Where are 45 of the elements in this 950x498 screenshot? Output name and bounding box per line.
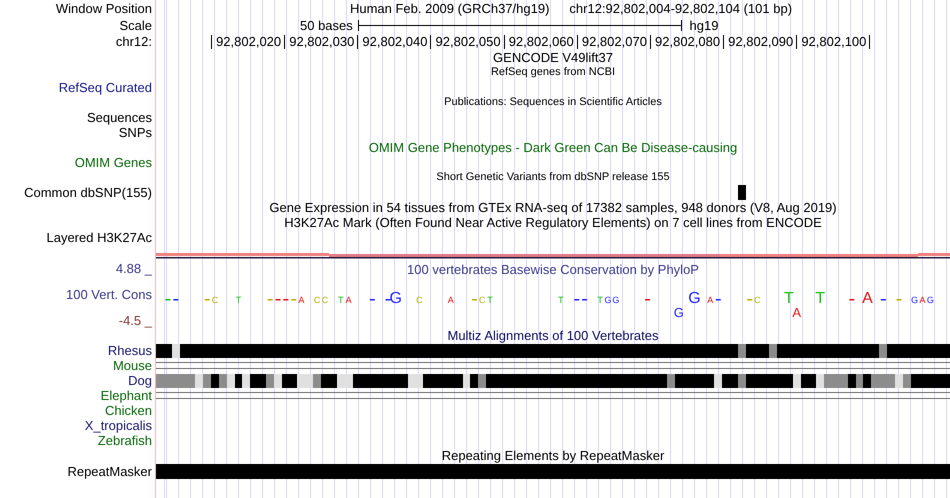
track-title: Gene Expression in 54 tissues from GTEx RNA-seq of 17382 samples, 948 donors (V8, Aug 2019) [269, 200, 837, 215]
variant-block [738, 185, 746, 200]
track-label: 100 Vert. Cons [66, 287, 152, 302]
row-label: Scale [119, 18, 152, 32]
track-label: Dog [128, 373, 152, 388]
track-label: Mouse [112, 358, 152, 373]
assembly-label: hg19 [690, 18, 718, 32]
scale-text: 50 bases [300, 18, 353, 32]
ruler-tick-label: 92,802,060 [508, 34, 574, 49]
track-label: RepeatMasker [67, 464, 152, 479]
ruler-tick-label: 92,802,050 [436, 34, 501, 49]
track-title: OMIM Gene Phenotypes - Dark Green Can Be Disease-causing [368, 140, 738, 155]
axis-max-label: 4.88 _ [116, 261, 152, 276]
track-label: OMIM Genes [74, 155, 152, 170]
track-label: Chicken [105, 403, 152, 418]
track-label: RefSeq Curated [58, 80, 152, 95]
ruler-tick-label: 92,802,080 [655, 34, 720, 49]
track-title: RefSeq genes from NCBI [490, 65, 616, 80]
track-label: Zebrafish [98, 433, 152, 448]
track-title: Repeating Elements by RepeatMasker [442, 448, 664, 463]
conservation-logo-drawing: C T A C C T A G C A C T T T GG G G A C T A T A G AG [156, 277, 950, 321]
track-label: SNPs [118, 125, 152, 140]
ruler-tick-label: 92,802,070 [582, 34, 647, 49]
track-title: Multiz Alignments of 100 Vertebrates [447, 328, 658, 343]
ruler-tick-label: 92,802,040 [362, 34, 428, 49]
position-text: chr12:92,802,004-92,802,104 (101 bp) [569, 1, 792, 16]
track-label: Common dbSNP(155) [24, 185, 152, 200]
track-title: Short Genetic Variants from dbSNP release 155 [436, 170, 670, 185]
ruler-tick-label: 92,802,100 [801, 34, 866, 49]
row-label: Window Position [56, 1, 152, 16]
track-label: X_tropicalis [84, 418, 152, 433]
track-title: 100 vertebrates Basewise Conservation by PhyloP [407, 262, 699, 277]
track-label: Sequences [86, 110, 152, 125]
row-label: chr12: [116, 34, 152, 49]
ruler-tick-label: 92,802,090 [728, 34, 794, 49]
axis-min-label: -4.5 _ [118, 313, 152, 328]
track-label: Elephant [100, 388, 152, 403]
ruler-tick-label: 92,802,030 [289, 34, 354, 49]
track-title: GENCODE V49lift37 [493, 50, 613, 65]
track-label: Layered H3K27Ac [46, 230, 152, 245]
ruler-tick-label: 92,802,020 [216, 34, 282, 49]
track-title: H3K27Ac Mark (Often Found Near Active Regulatory Elements) on 7 cell lines from ENCODE [284, 215, 822, 230]
track-title: Publications: Sequences in Scientific Articles [444, 95, 662, 110]
track-label: Rhesus [108, 343, 152, 358]
assembly-text: Human Feb. 2009 (GRCh37/hg19) [350, 1, 550, 16]
